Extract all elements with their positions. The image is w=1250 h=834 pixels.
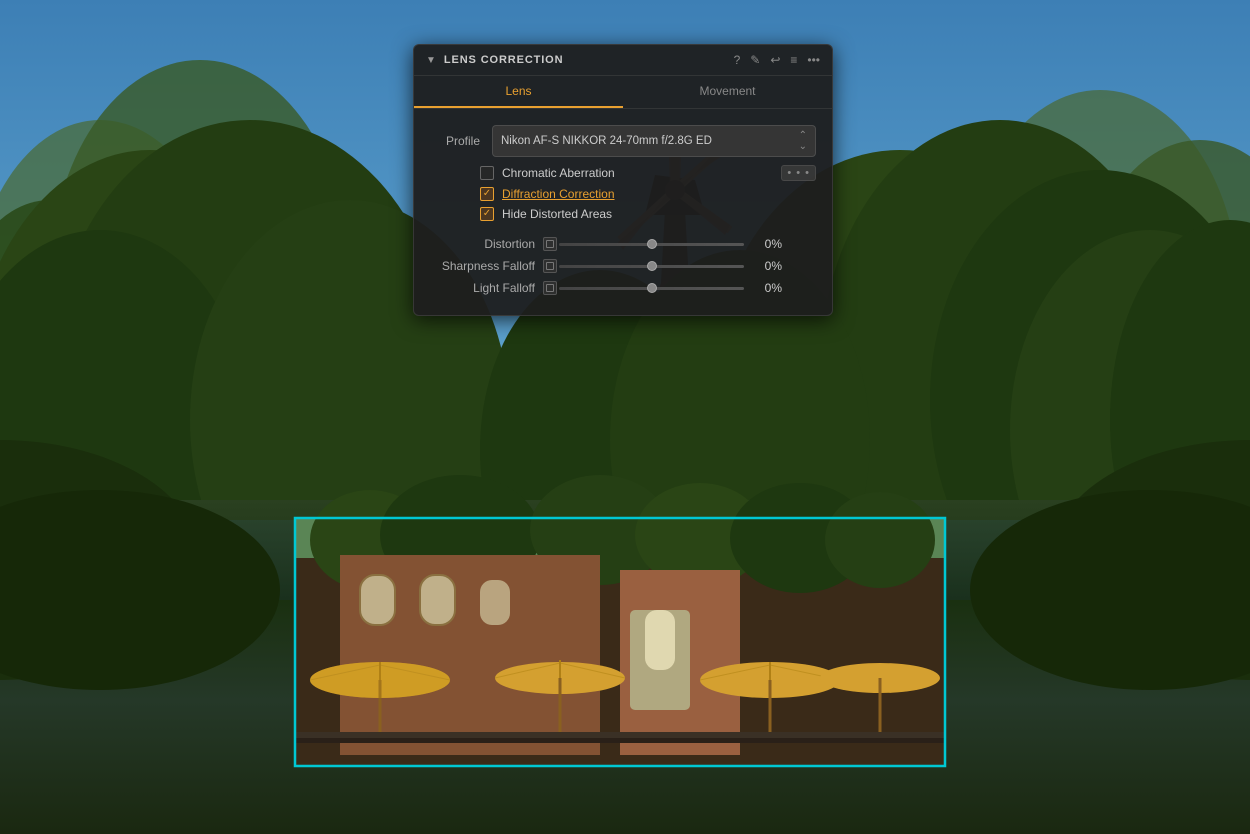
tab-lens[interactable]: Lens (414, 76, 623, 108)
hide-distorted-areas-checkbox[interactable]: ✓ (480, 207, 494, 221)
sharpness-falloff-slider-wrap (543, 259, 744, 273)
diffraction-correction-row: ✓ Diffraction Correction (480, 187, 816, 201)
panel-header-icons: ? ✎ ↩ ≡ ••• (734, 53, 820, 67)
slider-section: Distortion 0% Sharpness Falloff (414, 229, 832, 303)
checkbox-checkmark-icon-2: ✓ (483, 209, 491, 219)
chromatic-aberration-options-button[interactable]: • • • (781, 165, 816, 181)
light-falloff-slider-reset-icon[interactable] (543, 281, 557, 295)
distortion-slider-track[interactable] (559, 243, 744, 246)
light-falloff-value: 0% (752, 281, 782, 295)
distortion-slider-thumb[interactable] (647, 239, 657, 249)
sharpness-falloff-slider-thumb[interactable] (647, 261, 657, 271)
help-icon[interactable]: ? (734, 53, 741, 67)
light-falloff-slider-row: Light Falloff 0% (414, 277, 832, 299)
distortion-slider-row: Distortion 0% (414, 233, 832, 255)
slider-icon-box (546, 240, 554, 248)
menu-list-icon[interactable]: ≡ (790, 53, 797, 67)
profile-select-value: Nikon AF-S NIKKOR 24-70mm f/2.8G ED (501, 135, 795, 147)
light-falloff-slider-wrap (543, 281, 744, 295)
light-falloff-slider-track[interactable] (559, 287, 744, 290)
checkbox-checkmark-icon: ✓ (483, 189, 491, 199)
edit-icon[interactable]: ✎ (750, 53, 760, 67)
reset-icon[interactable]: ↩ (770, 53, 780, 67)
panel-title: LENS CORRECTION (444, 54, 726, 66)
chromatic-aberration-row: Chromatic Aberration • • • (480, 165, 816, 181)
sharpness-falloff-value: 0% (752, 259, 782, 273)
sharpness-falloff-slider-track[interactable] (559, 265, 744, 268)
dropdown-arrow-icon: ⌃⌄ (799, 130, 807, 152)
diffraction-correction-label: Diffraction Correction (502, 187, 615, 201)
more-options-icon[interactable]: ••• (807, 53, 820, 67)
sharpness-falloff-slider-row: Sharpness Falloff 0% (414, 255, 832, 277)
hide-distorted-areas-label: Hide Distorted Areas (502, 207, 612, 221)
distortion-label: Distortion (430, 237, 535, 251)
light-falloff-slider-thumb[interactable] (647, 283, 657, 293)
lens-correction-panel: ▼ LENS CORRECTION ? ✎ ↩ ≡ ••• Lens Movem… (413, 44, 833, 316)
profile-select-dropdown[interactable]: Nikon AF-S NIKKOR 24-70mm f/2.8G ED ⌃⌄ (492, 125, 816, 157)
profile-row: Profile Nikon AF-S NIKKOR 24-70mm f/2.8G… (414, 121, 832, 165)
diffraction-correction-checkbox[interactable]: ✓ (480, 187, 494, 201)
chromatic-aberration-checkbox[interactable] (480, 166, 494, 180)
panel-header[interactable]: ▼ LENS CORRECTION ? ✎ ↩ ≡ ••• (414, 45, 832, 76)
distortion-slider-wrap (543, 237, 744, 251)
sharpness-falloff-slider-reset-icon[interactable] (543, 259, 557, 273)
distortion-slider-reset-icon[interactable] (543, 237, 557, 251)
panel-tabs: Lens Movement (414, 76, 832, 109)
chromatic-aberration-label: Chromatic Aberration (502, 166, 615, 180)
checkbox-section: Chromatic Aberration • • • ✓ Diffraction… (414, 165, 832, 229)
panel-body: Profile Nikon AF-S NIKKOR 24-70mm f/2.8G… (414, 109, 832, 315)
distortion-value: 0% (752, 237, 782, 251)
tab-movement[interactable]: Movement (623, 76, 832, 108)
profile-label: Profile (430, 134, 480, 148)
sharpness-falloff-label: Sharpness Falloff (430, 259, 535, 273)
light-falloff-label: Light Falloff (430, 281, 535, 295)
hide-distorted-areas-row: ✓ Hide Distorted Areas (480, 207, 816, 221)
slider-icon-box-3 (546, 284, 554, 292)
slider-icon-box-2 (546, 262, 554, 270)
collapse-chevron-icon: ▼ (426, 55, 436, 66)
